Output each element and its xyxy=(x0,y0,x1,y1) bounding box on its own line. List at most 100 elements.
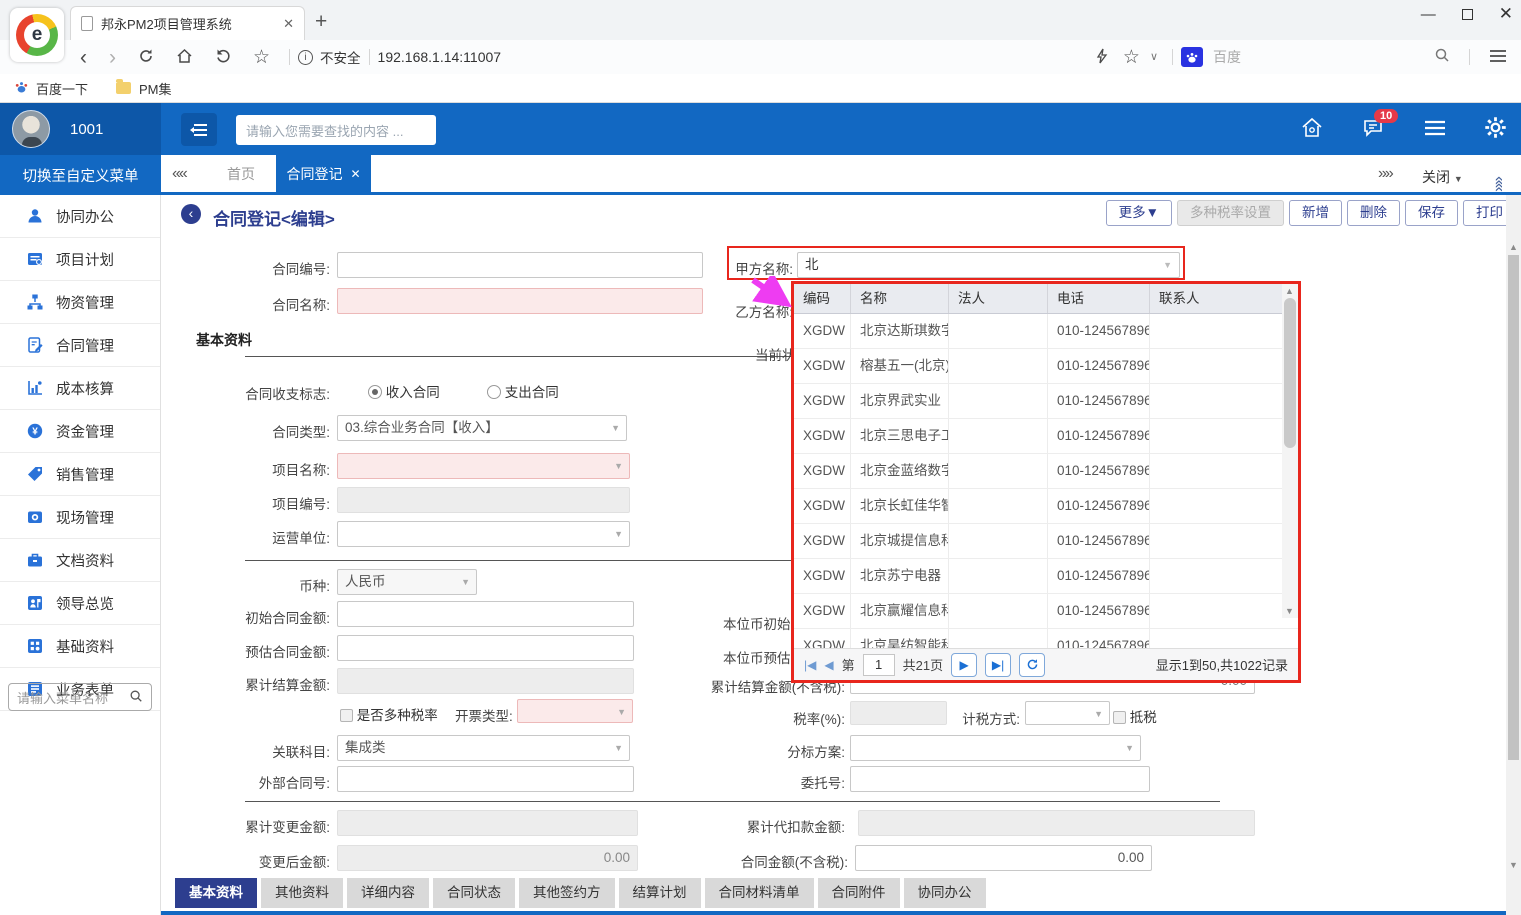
col-name[interactable]: 名称 xyxy=(851,284,949,313)
settings-gear-icon[interactable] xyxy=(1484,116,1507,142)
back-icon[interactable]: ‹ xyxy=(80,47,87,68)
radio-expense[interactable]: 支出合同 xyxy=(487,381,559,401)
sidebar-item-basedata[interactable]: 基础资料 xyxy=(0,625,160,668)
close-icon[interactable]: ✕ xyxy=(1499,4,1513,24)
contract-name-input[interactable] xyxy=(337,288,703,314)
scrollbar-thumb[interactable] xyxy=(1284,298,1296,448)
est-amount-input[interactable] xyxy=(337,635,634,661)
bottom-tab[interactable]: 合同附件 xyxy=(818,878,900,908)
scrollbar-thumb[interactable] xyxy=(1508,255,1519,760)
invoice-type-select[interactable]: ▼ xyxy=(517,699,633,723)
init-amount-input[interactable] xyxy=(337,601,634,627)
home-icon[interactable] xyxy=(176,48,193,67)
table-row[interactable]: XGDW 北京长虹佳华智能 010-124567896 xyxy=(794,489,1298,524)
refresh-icon[interactable] xyxy=(138,48,154,67)
consign-no-input[interactable] xyxy=(850,766,1150,792)
add-button[interactable]: 新增 xyxy=(1289,200,1342,226)
menu-icon[interactable] xyxy=(1424,120,1446,139)
scroll-down-icon[interactable]: ▼ xyxy=(1509,860,1518,870)
deduct-tax-checkbox[interactable]: 抵税 xyxy=(1113,706,1157,726)
menu-toggle-button[interactable] xyxy=(181,113,217,146)
sidebar-item-docs[interactable]: 文档资料 xyxy=(0,539,160,582)
avatar[interactable] xyxy=(12,110,50,148)
table-row[interactable]: XGDW 北京苏宁电器 010-124567896 xyxy=(794,559,1298,594)
bottom-tab[interactable]: 结算计划 xyxy=(619,878,701,908)
sidebar-item-site[interactable]: 现场管理 xyxy=(0,496,160,539)
close-tabs-dropdown[interactable]: 关闭 ▼ xyxy=(1422,167,1463,187)
back-button[interactable]: ‹ xyxy=(181,204,201,224)
contract-type-select[interactable]: 03.综合业务合同【收入】▼ xyxy=(337,415,627,441)
sidebar-item-contract[interactable]: 合同管理 xyxy=(0,324,160,367)
tab-contract-registration[interactable]: 合同登记 ✕ xyxy=(276,155,371,192)
more-button[interactable]: 更多▼ xyxy=(1106,200,1172,226)
sidebar-item-collab[interactable]: 协同办公 xyxy=(0,195,160,238)
baidu-search-input[interactable]: 百度 xyxy=(1213,47,1423,67)
sidebar-item-plan[interactable]: 项目计划 xyxy=(0,238,160,281)
external-no-input[interactable] xyxy=(337,766,634,792)
scroll-up-icon[interactable]: ▲ xyxy=(1285,286,1294,296)
last-page-button[interactable]: ▶| xyxy=(985,653,1011,677)
table-scrollbar[interactable]: ▲ ▼ xyxy=(1282,284,1298,618)
switch-menu-button[interactable]: 切换至自定义菜单 xyxy=(0,155,161,195)
table-row[interactable]: XGDW 榕基五一(北京)信 010-124567896 xyxy=(794,349,1298,384)
next-page-button[interactable]: ▶ xyxy=(951,653,977,677)
collapse-icon[interactable]: »» xyxy=(1490,178,1508,192)
contract-no-input[interactable] xyxy=(337,252,703,278)
tab-close-icon[interactable]: ✕ xyxy=(350,167,360,181)
prev-page-icon[interactable]: ◀ xyxy=(824,658,833,672)
lightning-icon[interactable] xyxy=(1096,48,1108,67)
save-button[interactable]: 保存 xyxy=(1405,200,1458,226)
bottom-tab[interactable]: 合同状态 xyxy=(433,878,515,908)
multi-tax-checkbox[interactable]: 是否多种税率 xyxy=(340,704,438,724)
bottom-tab[interactable]: 其他资料 xyxy=(261,878,343,908)
bottom-tab[interactable]: 基本资料 xyxy=(175,878,257,908)
bookmark-star-icon[interactable]: ☆ xyxy=(1123,48,1140,67)
url-text[interactable]: 192.168.1.14:11007 xyxy=(378,49,502,65)
refresh-button[interactable] xyxy=(1019,653,1045,677)
table-row[interactable]: XGDW 北京界武实业 010-124567896 xyxy=(794,384,1298,419)
delete-button[interactable]: 删除 xyxy=(1347,200,1400,226)
home-icon[interactable] xyxy=(1300,117,1324,142)
col-contact[interactable]: 联系人 xyxy=(1150,284,1298,313)
sidebar-item-leader[interactable]: 领导总览 xyxy=(0,582,160,625)
chevron-down-icon[interactable]: ∨ xyxy=(1150,52,1158,63)
search-icon[interactable] xyxy=(1434,47,1450,67)
sidebar-item-materials[interactable]: 物资管理 xyxy=(0,281,160,324)
maximize-icon[interactable] xyxy=(1462,9,1473,20)
currency-select[interactable]: 人民币▼ xyxy=(337,569,477,595)
table-row[interactable]: XGDW 北京城提信息科技 010-124567896 xyxy=(794,524,1298,559)
sidebar-item-cost[interactable]: 成本核算 xyxy=(0,367,160,410)
tab-home[interactable]: 首页 xyxy=(210,155,272,192)
radio-income[interactable]: 收入合同 xyxy=(368,381,440,401)
multi-tax-settings-button[interactable]: 多种税率设置 xyxy=(1177,200,1284,226)
amount-notax-input[interactable]: 0.00 xyxy=(855,845,1152,871)
scroll-down-icon[interactable]: ▼ xyxy=(1285,606,1294,616)
sidebar-item-funds[interactable]: ¥ 资金管理 xyxy=(0,410,160,453)
op-unit-select[interactable]: ▼ xyxy=(337,521,630,547)
split-plan-select[interactable]: ▼ xyxy=(850,735,1141,761)
first-page-icon[interactable]: |◀ xyxy=(804,658,816,672)
messages-icon[interactable]: 10 xyxy=(1362,117,1386,142)
table-row[interactable]: XGDW 北京赢耀信息科技 010-124567896 xyxy=(794,594,1298,629)
tabs-scroll-right-icon[interactable]: »» xyxy=(1378,165,1392,183)
minimize-icon[interactable]: — xyxy=(1421,6,1436,23)
forward-icon[interactable]: › xyxy=(109,47,116,68)
tab-close-icon[interactable]: ✕ xyxy=(283,16,294,32)
col-legal[interactable]: 法人 xyxy=(949,284,1048,313)
scroll-up-icon[interactable]: ▲ xyxy=(1509,242,1518,252)
tax-method-select[interactable]: ▼ xyxy=(1025,701,1110,725)
related-subject-select[interactable]: 集成类▼ xyxy=(337,735,630,761)
bottom-tab[interactable]: 协同办公 xyxy=(904,878,986,908)
col-code[interactable]: 编码 xyxy=(794,284,851,313)
project-name-select[interactable]: ▼ xyxy=(337,453,630,479)
col-phone[interactable]: 电话 xyxy=(1048,284,1150,313)
table-row[interactable]: XGDW 北京昊纺智能科技 010-124567896 xyxy=(794,629,1298,648)
security-label[interactable]: 不安全 xyxy=(320,47,361,67)
page-scrollbar[interactable]: ▲ ▼ xyxy=(1506,195,1521,915)
info-icon[interactable]: i xyxy=(298,50,313,65)
table-row[interactable]: XGDW 北京金蓝络数字 010-124567896 xyxy=(794,454,1298,489)
browser-tab[interactable]: 邦永PM2项目管理系统 ✕ xyxy=(70,6,305,40)
page-input[interactable]: 1 xyxy=(863,654,895,676)
bottom-tab[interactable]: 合同材料清单 xyxy=(705,878,814,908)
table-row[interactable]: XGDW 北京达斯琪数字科 010-124567896 xyxy=(794,314,1298,349)
